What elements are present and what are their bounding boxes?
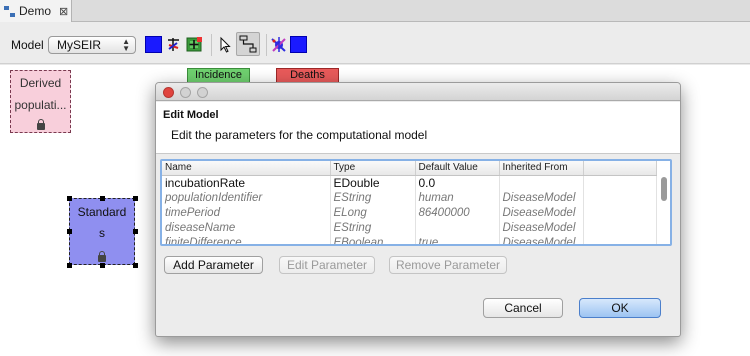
cell-name: timePeriod bbox=[162, 205, 331, 220]
cell-name: incubationRate bbox=[162, 175, 331, 190]
cell-inherited: DiseaseModel bbox=[499, 205, 584, 220]
model-select-value: MySEIR bbox=[57, 38, 102, 52]
toolbar-separator bbox=[211, 34, 212, 56]
cell-name: populationIdentifier bbox=[162, 190, 331, 205]
cell-type: EString bbox=[330, 190, 416, 205]
cell-default: true bbox=[415, 235, 500, 244]
dialog-titlebar[interactable] bbox=[156, 83, 680, 101]
editor-tab-bar: Demo ⊠ bbox=[0, 0, 750, 22]
blue-square-icon[interactable] bbox=[145, 36, 162, 53]
tab-label: Demo bbox=[19, 4, 52, 18]
toolbar-separator bbox=[266, 34, 267, 56]
resize-handle[interactable] bbox=[133, 229, 138, 234]
parameters-table[interactable]: Name Type Default Value Inherited From i… bbox=[160, 159, 672, 246]
column-header-type[interactable]: Type bbox=[330, 161, 416, 176]
cell-type: EString bbox=[330, 220, 416, 235]
add-parameter-button[interactable]: Add Parameter bbox=[164, 256, 263, 274]
table-row[interactable]: diseaseName EString DiseaseModel bbox=[162, 220, 657, 235]
pointer-icon[interactable] bbox=[217, 36, 234, 53]
ok-button[interactable]: OK bbox=[579, 298, 661, 318]
table-row[interactable]: populationIdentifier EString human Disea… bbox=[162, 190, 657, 205]
edit-parameter-button[interactable]: Edit Parameter bbox=[279, 256, 375, 274]
close-icon[interactable]: ⊠ bbox=[59, 5, 68, 18]
cell-name: diseaseName bbox=[162, 220, 331, 235]
table-row[interactable]: timePeriod ELong 86400000 DiseaseModel bbox=[162, 205, 657, 220]
resize-handle[interactable] bbox=[100, 263, 105, 268]
window-close-icon[interactable] bbox=[163, 87, 174, 98]
resize-handle[interactable] bbox=[67, 263, 72, 268]
graph-toolbar: Model MySEIR ▲ ▼ bbox=[0, 22, 750, 64]
blue-square-icon[interactable] bbox=[290, 36, 307, 53]
column-header-filler bbox=[583, 161, 657, 176]
decorator-icon[interactable] bbox=[165, 36, 182, 53]
resize-handle[interactable] bbox=[133, 196, 138, 201]
cell-inherited: DiseaseModel bbox=[499, 190, 584, 205]
model-label: Model bbox=[11, 38, 44, 52]
chevron-updown-icon: ▲ ▼ bbox=[122, 37, 130, 53]
table-header-row: Name Type Default Value Inherited From bbox=[162, 161, 657, 176]
connection-icon bbox=[239, 35, 257, 53]
resize-handle[interactable] bbox=[100, 196, 105, 201]
lock-icon bbox=[36, 119, 45, 130]
column-header-default-value[interactable]: Default Value bbox=[415, 161, 500, 176]
model-select[interactable]: MySEIR ▲ ▼ bbox=[48, 36, 136, 54]
dialog-title: Edit Model bbox=[163, 109, 219, 121]
connection-tool-button[interactable] bbox=[236, 32, 260, 56]
cell-type: EDouble bbox=[330, 175, 416, 190]
table-scrollbar[interactable] bbox=[660, 177, 668, 243]
cell-type: ELong bbox=[330, 205, 416, 220]
cell-default bbox=[415, 220, 500, 235]
node-label: Standard bbox=[77, 205, 127, 219]
cell-default: 0.0 bbox=[415, 175, 500, 190]
dialog-subtitle: Edit the parameters for the computationa… bbox=[171, 128, 428, 142]
dialog-header: Edit Model Edit the parameters for the c… bbox=[156, 102, 680, 154]
node-incidence[interactable]: Incidence bbox=[187, 68, 250, 83]
node-label: s bbox=[99, 226, 105, 240]
cell-default: human bbox=[415, 190, 500, 205]
window-minimize-icon[interactable] bbox=[180, 87, 191, 98]
column-header-inherited-from[interactable]: Inherited From bbox=[499, 161, 584, 176]
resize-handle[interactable] bbox=[67, 229, 72, 234]
edit-model-dialog: Edit Model Edit the parameters for the c… bbox=[155, 82, 681, 337]
resize-handle[interactable] bbox=[133, 263, 138, 268]
cancel-button[interactable]: Cancel bbox=[483, 298, 563, 318]
column-header-name[interactable]: Name bbox=[162, 161, 331, 176]
cell-inherited bbox=[499, 175, 584, 190]
lock-icon bbox=[98, 251, 106, 262]
node-derived-population[interactable]: Derived populati... bbox=[10, 70, 71, 133]
cell-default: 86400000 bbox=[415, 205, 500, 220]
cell-inherited: DiseaseModel bbox=[499, 220, 584, 235]
node-label: populati... bbox=[14, 98, 67, 112]
resize-handle[interactable] bbox=[67, 196, 72, 201]
table-row[interactable]: finiteDifference EBoolean true DiseaseMo… bbox=[162, 235, 657, 244]
table-row[interactable]: incubationRate EDouble 0.0 bbox=[162, 175, 657, 190]
node-deaths[interactable]: Deaths bbox=[276, 68, 339, 83]
cell-inherited: DiseaseModel bbox=[499, 235, 584, 244]
add-node-icon[interactable] bbox=[186, 36, 203, 53]
cell-type: EBoolean bbox=[330, 235, 416, 244]
node-standard[interactable]: Standard s bbox=[69, 198, 135, 265]
window-zoom-icon[interactable] bbox=[197, 87, 208, 98]
diagram-icon bbox=[4, 5, 15, 17]
remove-parameter-button[interactable]: Remove Parameter bbox=[389, 256, 507, 274]
node-label: Derived bbox=[19, 76, 62, 90]
cell-name: finiteDifference bbox=[162, 235, 331, 244]
splat-icon[interactable] bbox=[270, 36, 287, 53]
tab-demo[interactable]: Demo ⊠ bbox=[0, 0, 72, 22]
scrollbar-thumb[interactable] bbox=[661, 177, 667, 201]
